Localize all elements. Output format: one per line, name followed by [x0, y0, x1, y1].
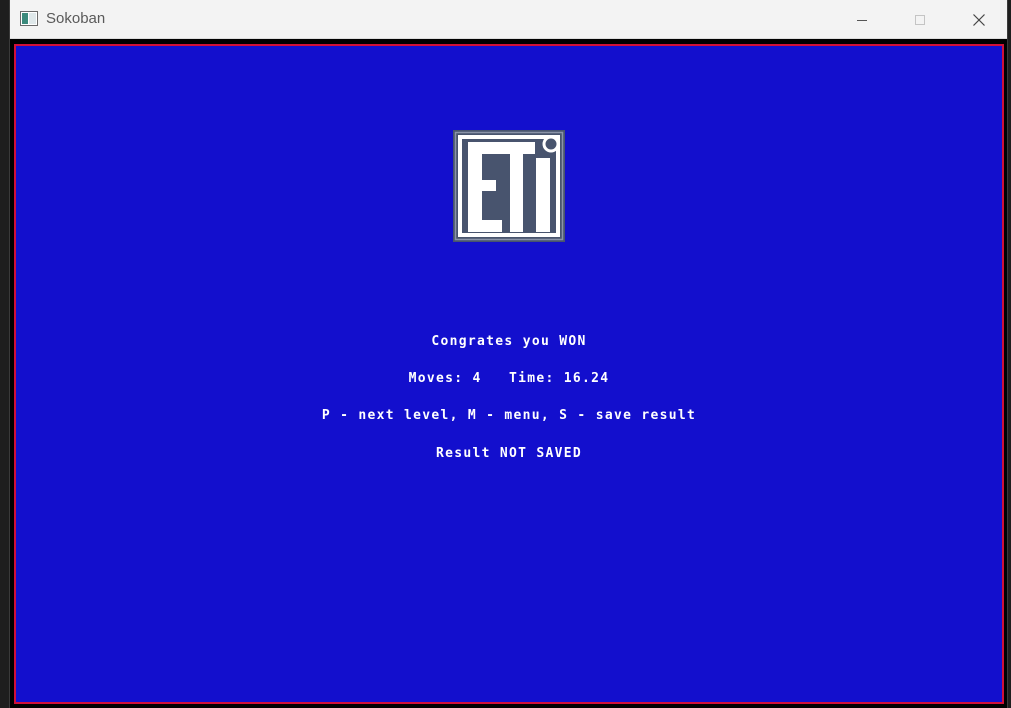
eti-logo [453, 130, 565, 242]
instructions-text: P - next level, M - menu, S - save resul… [321, 408, 697, 423]
close-button[interactable] [950, 0, 1008, 39]
game-canvas[interactable]: Congrates you WON Moves: 4 Time: 16.24 P… [14, 44, 1004, 704]
app-window-icon [20, 11, 38, 26]
win-message: Congrates you WON [431, 334, 587, 349]
save-status-text: Result NOT SAVED [435, 446, 583, 461]
app-window: Sokoban Congrates you WON Moves: 4 Time:… [9, 0, 1008, 708]
maximize-button[interactable] [891, 0, 949, 39]
maximize-icon [915, 14, 925, 25]
minimize-icon [857, 19, 867, 21]
close-icon [973, 13, 985, 26]
window-title: Sokoban [46, 10, 106, 27]
title-bar[interactable]: Sokoban [10, 0, 1007, 39]
minimize-button[interactable] [833, 0, 891, 39]
stats-text: Moves: 4 Time: 16.24 [408, 371, 610, 386]
